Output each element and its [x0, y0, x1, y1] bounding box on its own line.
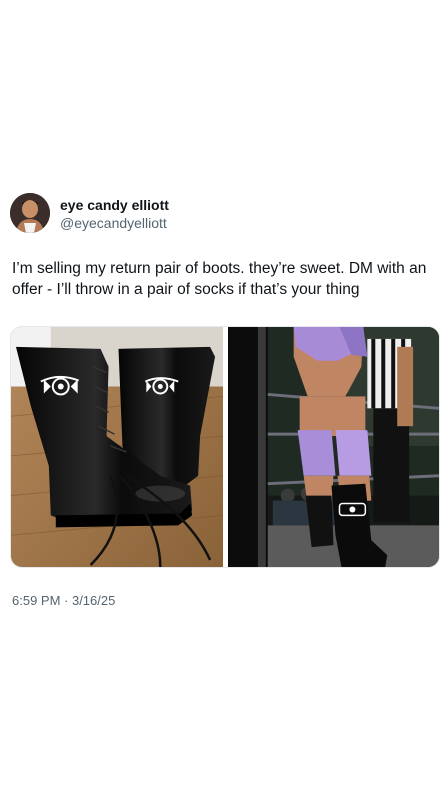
tweet-timestamp[interactable]: 6:59 PM · 3/16/25	[12, 593, 115, 609]
wrestling-ring-photo[interactable]	[228, 327, 439, 567]
boots-image	[11, 327, 223, 567]
tweet-media	[10, 326, 440, 568]
author-handle[interactable]: @eyecandyelliott	[60, 214, 167, 232]
author-display-name[interactable]: eye candy elliott	[60, 196, 169, 214]
boots-photo[interactable]	[11, 327, 223, 567]
author-avatar[interactable]	[10, 193, 50, 233]
tweet-card: eye candy elliott @eyecandyelliott I’m s…	[0, 0, 448, 800]
avatar-image	[10, 193, 50, 233]
tweet-text: I’m selling my return pair of boots. the…	[12, 260, 427, 298]
wrestling-ring-image	[228, 327, 439, 567]
